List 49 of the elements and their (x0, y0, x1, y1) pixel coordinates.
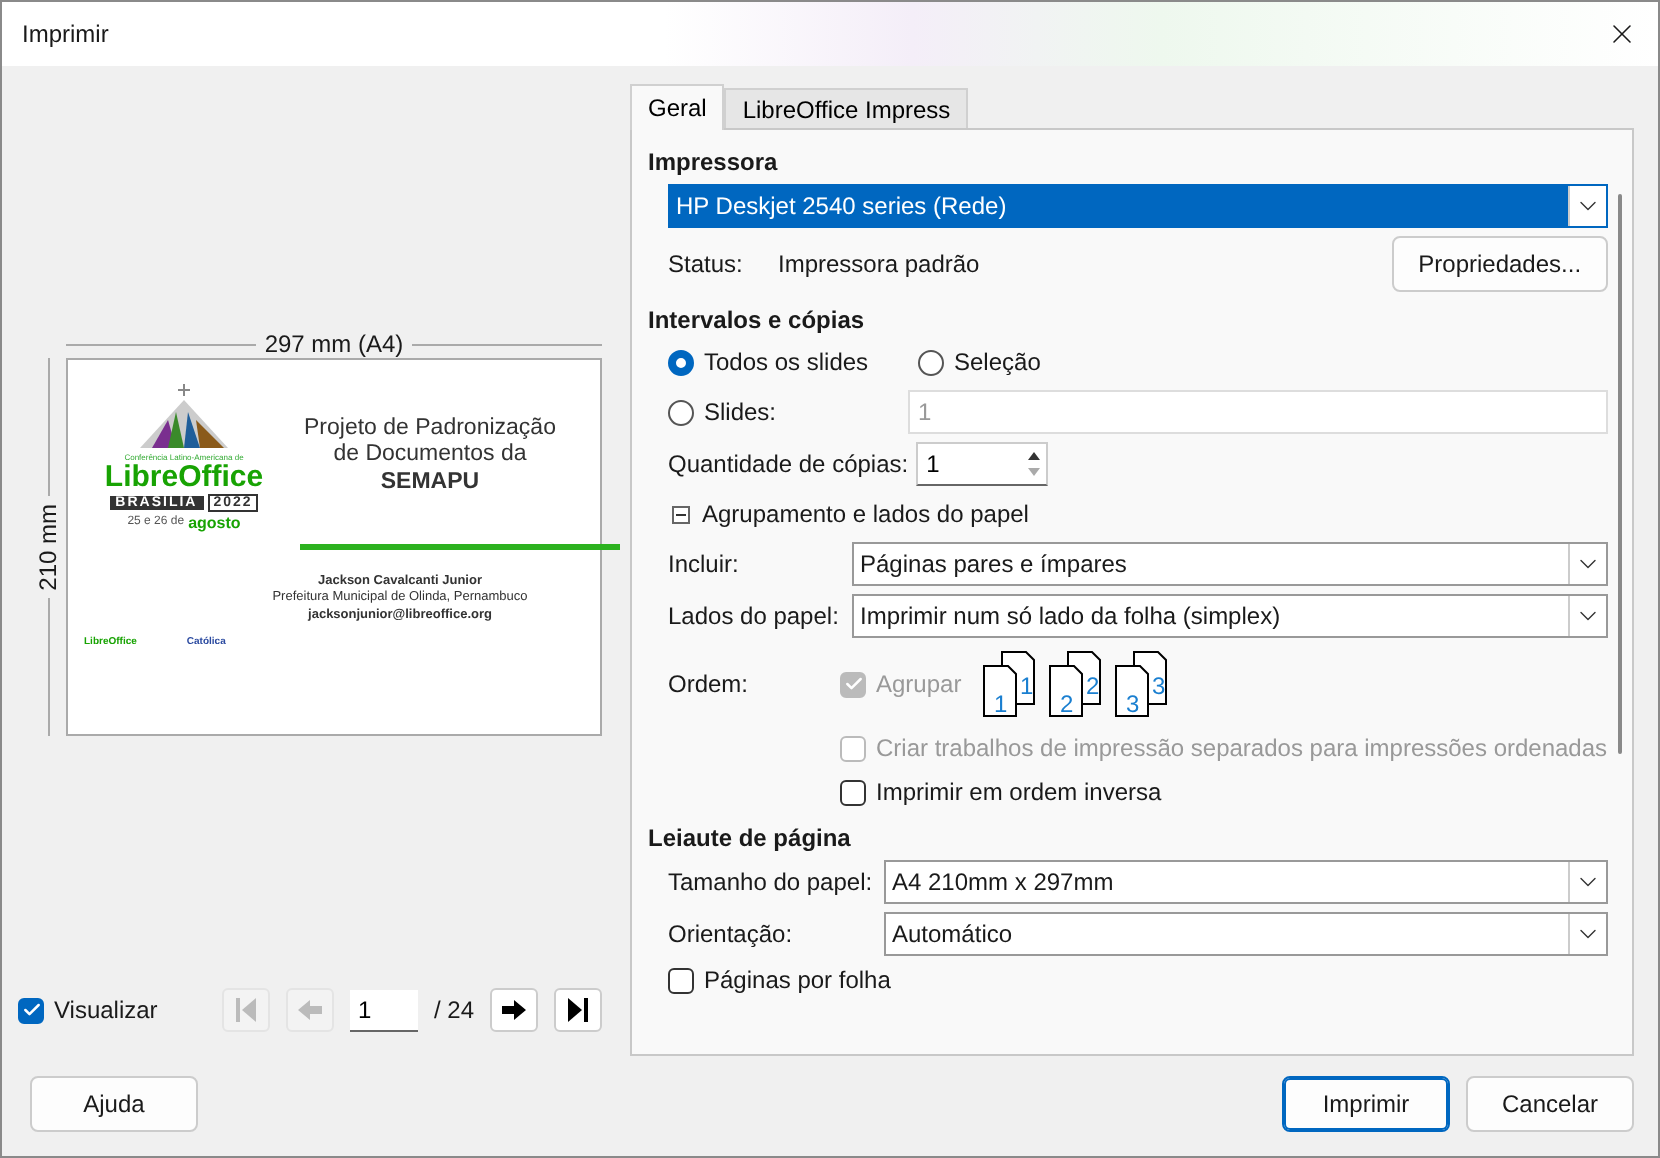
pager-button[interactable] (554, 988, 602, 1032)
option-dropdown[interactable]: A4 210mm x 297mm (884, 860, 1608, 904)
last-page-icon (566, 996, 590, 1024)
preview-checkbox[interactable]: Visualizar (18, 996, 158, 1024)
collate-order-drawing: 1 1 2 2 3 3 (981, 650, 1174, 718)
field-label: Orientação: (668, 920, 795, 948)
field-label: Lados do papel: (668, 602, 841, 630)
section-heading: Leiaute de página (648, 824, 853, 852)
option-dropdown[interactable]: Páginas pares e ímpares (852, 542, 1608, 586)
copies-spinbox[interactable]: 1 (916, 442, 1049, 486)
logo-wordmark: LibreOffice (104, 462, 264, 492)
logo-month: agosto (188, 513, 241, 531)
option-dropdown[interactable]: Automático (884, 912, 1608, 956)
section-heading: Impressora (648, 148, 780, 176)
radio-option[interactable]: Todos os slides (668, 348, 918, 376)
first-page-icon (233, 996, 258, 1024)
status-label: Status: (668, 250, 745, 278)
slide-title: Projeto de Padronização de Documentos da SEMAPU (302, 416, 558, 496)
tab[interactable]: Geral (630, 84, 725, 130)
copies-field[interactable]: 1 (918, 450, 1023, 478)
dialog-button[interactable]: Cancelar (1466, 1076, 1634, 1132)
option-dropdown[interactable]: Imprimir num só lado da folha (simplex) (852, 594, 1608, 638)
forward-arrow-icon (500, 998, 528, 1022)
properties-button[interactable]: Propriedades... (1392, 236, 1608, 292)
collapse-icon (672, 505, 690, 523)
group-expander[interactable]: Agrupamento e lados do papel (648, 494, 1608, 534)
help-button[interactable]: Ajuda (30, 1076, 198, 1132)
copies-label: Quantidade de cópias: (668, 450, 909, 478)
window-title: Imprimir (22, 20, 109, 48)
height-dimension-label: 210 mm (34, 503, 62, 591)
scrollbar-thumb[interactable] (1618, 194, 1622, 754)
status-value: Impressora padrão (778, 250, 980, 278)
page-count: / 24 (433, 996, 474, 1024)
back-arrow-icon (295, 998, 324, 1022)
page-number-field[interactable]: 1 (349, 989, 418, 1031)
dialog-button[interactable]: Imprimir (1282, 1076, 1450, 1132)
field-label: Incluir: (668, 550, 741, 578)
option-checkbox[interactable]: Imprimir em ordem inversa (840, 778, 1162, 806)
printer-dropdown[interactable]: HP Deskjet 2540 series (Rede) (668, 184, 1608, 228)
width-dimension-label: 297 mm (A4) (264, 330, 404, 358)
tab[interactable]: LibreOffice Impress (724, 88, 969, 130)
pages-per-sheet-checkbox[interactable]: Páginas por folha (668, 966, 891, 994)
radio-option[interactable]: Slides: (668, 398, 908, 426)
pager-button[interactable] (490, 988, 538, 1032)
field-label: Tamanho do papel: (668, 868, 875, 896)
section-heading: Intervalos e cópias (648, 306, 867, 334)
order-label: Ordem: (668, 670, 751, 698)
radio-option[interactable]: Seleção (918, 348, 1041, 376)
dropdown-caret-icon (1567, 186, 1606, 226)
